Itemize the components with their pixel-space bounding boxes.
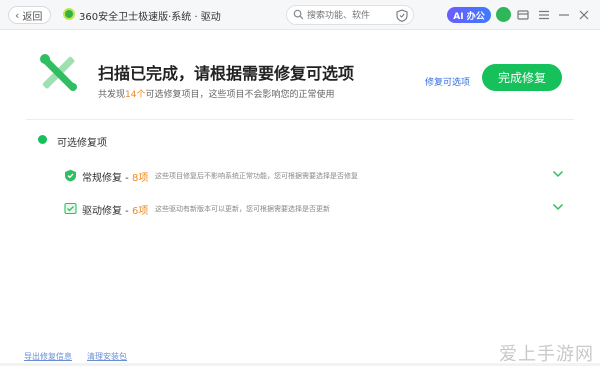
search-input[interactable] <box>307 9 387 22</box>
chevron-left-icon: ‹ <box>15 8 20 22</box>
title-bar: ‹ 返回 360安全卫士极速版·系统 · 驱动 AI 办公 <box>0 0 600 30</box>
section-title: 可选修复项 <box>57 138 107 149</box>
summary-prefix: 共发现 <box>98 90 126 100</box>
menu-icon[interactable] <box>537 8 551 22</box>
summary-suffix: 可选修复项目，这些项目不会影响您的正常使用 <box>145 90 335 100</box>
repair-item-count: 8项 <box>131 173 149 184</box>
avatar[interactable] <box>496 7 511 22</box>
repair-optional-link[interactable]: 修复可选项 <box>425 75 470 88</box>
back-label: 返回 <box>22 11 43 23</box>
driver-icon <box>64 202 77 215</box>
close-icon[interactable] <box>577 8 591 22</box>
repair-item-label: 驱动修复 - <box>82 206 132 217</box>
chevron-down-icon[interactable] <box>552 202 564 212</box>
repair-item-label: 常规修复 - <box>82 173 132 184</box>
page-title: 扫描已完成，请根据需要修复可选项 <box>98 64 355 83</box>
repair-item-name: 驱动修复 - 6项 <box>82 202 148 217</box>
search-box[interactable] <box>286 5 414 25</box>
complete-repair-button[interactable]: 完成修复 <box>482 64 562 91</box>
watermark: 爱上手游网 <box>499 344 594 365</box>
app-window: ‹ 返回 360安全卫士极速版·系统 · 驱动 AI 办公 <box>0 0 600 365</box>
repair-item-desc: 这些项目修复后不影响系统正常功能，您可根据需要选择是否修复 <box>155 172 358 180</box>
ai-office-button[interactable]: AI 办公 <box>447 7 491 23</box>
search-icon <box>293 9 304 20</box>
summary-count: 14个 <box>125 90 146 100</box>
back-button[interactable]: ‹ 返回 <box>8 6 52 24</box>
scan-summary: 共发现14个可选修复项目，这些项目不会影响您的正常使用 <box>98 87 334 100</box>
divider <box>26 119 574 120</box>
repair-item-general[interactable]: 常规修复 - 8项 这些项目修复后不影响系统正常功能，您可根据需要选择是否修复 <box>62 165 568 187</box>
skin-icon[interactable] <box>516 8 530 22</box>
minimize-icon[interactable] <box>557 8 571 22</box>
repair-item-name: 常规修复 - 8项 <box>82 169 148 184</box>
section-dot-icon <box>38 135 47 144</box>
repair-tools-icon <box>40 54 77 91</box>
chevron-down-icon[interactable] <box>552 169 564 179</box>
app-title: 360安全卫士极速版·系统 · 驱动 <box>79 12 221 23</box>
repair-item-driver[interactable]: 驱动修复 - 6项 这些驱动有新版本可以更新，您可根据需要选择是否更新 <box>62 198 568 220</box>
shield-check-icon <box>65 169 76 182</box>
repair-item-count: 6项 <box>131 206 149 217</box>
clean-installer-link[interactable]: 清理安装包 <box>87 351 127 362</box>
export-repair-info-link[interactable]: 导出修复信息 <box>24 351 72 362</box>
shield-icon[interactable] <box>396 9 408 22</box>
app-logo-icon <box>63 8 75 20</box>
repair-item-desc: 这些驱动有新版本可以更新，您可根据需要选择是否更新 <box>155 205 330 213</box>
